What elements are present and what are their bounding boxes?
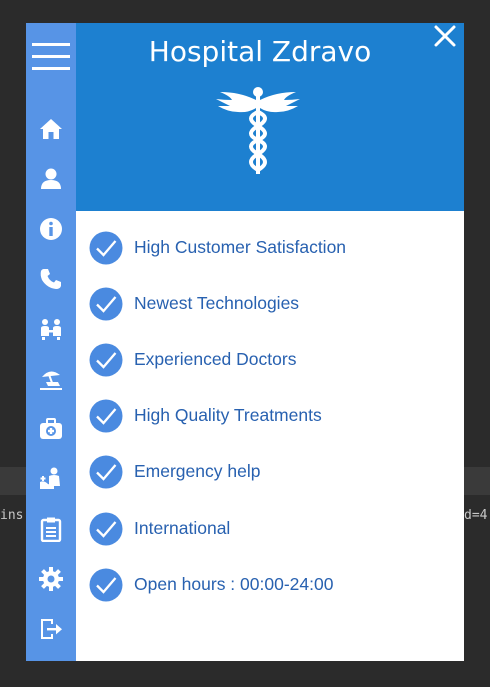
feature-label: International [134,518,231,538]
clipboard-icon[interactable] [38,516,64,542]
check-circle-icon [89,568,123,602]
user-icon[interactable] [38,166,64,192]
check-circle-icon [89,287,123,321]
list-item: Newest Technologies [89,287,459,321]
settings-icon[interactable] [38,566,64,592]
info-icon[interactable] [38,216,64,242]
background-code-text-right: d=4 [464,508,488,523]
background-code-text: ins [0,508,24,523]
check-circle-icon [89,231,123,265]
medical-kit-icon[interactable] [38,416,64,442]
sidebar [26,23,76,661]
phone-icon[interactable] [38,266,64,292]
feature-label: Experienced Doctors [134,349,297,369]
about-window: Hospital Zdravo High Customer Satisfacti… [26,23,464,661]
header-banner: Hospital Zdravo [76,23,464,211]
feature-label: Newest Technologies [134,293,300,313]
feature-label: High Quality Treatments [134,405,322,425]
check-circle-icon [89,455,123,489]
list-item: High Customer Satisfaction [89,231,459,265]
feature-label: Emergency help [134,461,261,481]
list-item: Emergency help [89,455,459,489]
features-list: High Customer Satisfaction Newest Techno… [76,211,464,661]
group-meeting-icon[interactable] [38,316,64,342]
list-item: High Quality Treatments [89,399,459,433]
feature-label: Open hours : 00:00-24:00 [134,574,334,594]
check-circle-icon [89,512,123,546]
list-item: International [89,512,459,546]
check-circle-icon [89,343,123,377]
app-title: Hospital Zdravo [148,35,372,68]
check-circle-icon [89,399,123,433]
list-item: Experienced Doctors [89,343,459,377]
home-icon[interactable] [38,116,64,142]
feature-label: High Customer Satisfaction [134,237,347,257]
beach-icon[interactable] [38,366,64,392]
hamburger-menu-icon[interactable] [32,42,70,72]
close-icon[interactable] [432,23,458,49]
list-item: Open hours : 00:00-24:00 [89,568,459,602]
doctor-care-icon[interactable] [38,466,64,492]
caduceus-icon [210,82,306,178]
logout-icon[interactable] [38,616,64,642]
